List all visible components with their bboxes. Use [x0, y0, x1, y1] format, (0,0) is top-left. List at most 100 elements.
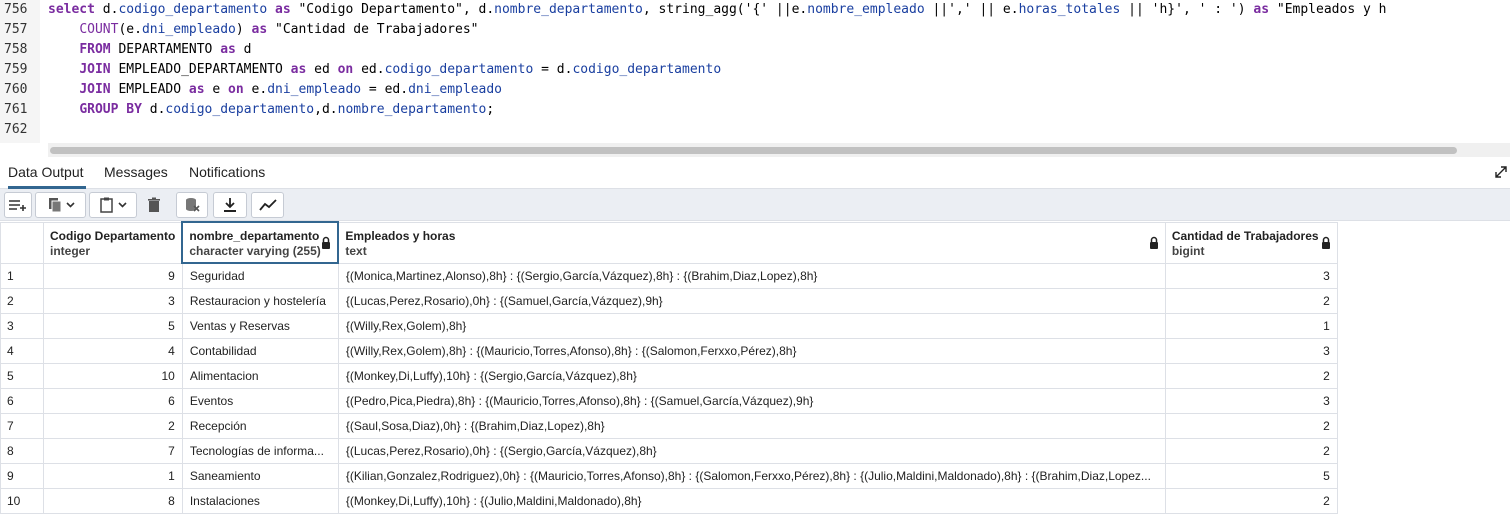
- cell-codigo[interactable]: 3: [43, 287, 183, 314]
- cell-codigo[interactable]: 10: [43, 362, 183, 389]
- cell-empleados[interactable]: {(Monica,Martinez,Alonso),8h} : {(Sergio…: [337, 262, 1166, 289]
- tab-messages[interactable]: Messages: [104, 157, 174, 189]
- cell-nombre[interactable]: Eventos: [181, 387, 339, 414]
- graph-visualiser-button[interactable]: [251, 192, 284, 218]
- code-line[interactable]: 761 GROUP BY d.codigo_departamento,d.nom…: [0, 100, 1510, 120]
- cell-cantidad[interactable]: 1: [1164, 312, 1338, 339]
- code-token: ): [235, 22, 252, 37]
- row-number-cell[interactable]: 6: [0, 387, 44, 414]
- column-name: Cantidad de Trabajadores: [1171, 228, 1319, 243]
- scrollbar-thumb[interactable]: [50, 147, 1457, 154]
- cell-codigo[interactable]: 1: [43, 462, 183, 489]
- cell-empleados[interactable]: {(Kilian,Gonzalez,Rodriguez),0h} : {(Mau…: [337, 462, 1166, 489]
- code-line[interactable]: 756 select d.codigo_departamento as "Codi…: [0, 0, 1510, 20]
- cell-nombre[interactable]: Instalaciones: [181, 487, 339, 514]
- cell-cantidad[interactable]: 3: [1164, 262, 1338, 289]
- table-row[interactable]: 10 8 Instalaciones {(Monkey,Di,Luffy),10h} …: [0, 487, 1338, 514]
- paste-button[interactable]: [89, 192, 137, 218]
- table-row[interactable]: 7 2 Recepción {(Saul,Sosa,Diaz),0h} : {(Bra…: [0, 412, 1338, 439]
- copy-button[interactable]: [35, 192, 86, 218]
- cell-codigo[interactable]: 2: [43, 412, 183, 439]
- code-token: "Cantidad de Trabajadores": [267, 22, 479, 37]
- cell-cantidad[interactable]: 2: [1164, 412, 1338, 439]
- cell-codigo[interactable]: 6: [43, 387, 183, 414]
- cell-empleados[interactable]: {(Willy,Rex,Golem),8h}: [337, 312, 1166, 339]
- delete-button[interactable]: [140, 192, 168, 218]
- cell-cantidad[interactable]: 2: [1164, 287, 1338, 314]
- cell-codigo[interactable]: 7: [43, 437, 183, 464]
- tab-data-output[interactable]: Data Output: [8, 157, 86, 189]
- cell-cantidad[interactable]: 3: [1164, 387, 1338, 414]
- column-header-cantidad[interactable]: Cantidad de Trabajadores bigint: [1164, 221, 1338, 264]
- code-line[interactable]: 762: [0, 120, 1510, 140]
- row-number-cell[interactable]: 10: [0, 487, 44, 514]
- code-line[interactable]: 758 FROM DEPARTAMENTO as d: [0, 40, 1510, 60]
- cell-cantidad[interactable]: 5: [1164, 462, 1338, 489]
- cell-nombre[interactable]: Ventas y Reservas: [181, 312, 339, 339]
- code-line[interactable]: 757 COUNT(e.dni_empleado) as "Cantidad d…: [0, 20, 1510, 40]
- cell-empleados[interactable]: {(Saul,Sosa,Diaz),0h} : {(Brahim,Diaz,Lo…: [337, 412, 1166, 439]
- table-row[interactable]: 2 3 Restauracion y hostelería {(Lucas,Perez…: [0, 287, 1338, 314]
- row-number-cell[interactable]: 5: [0, 362, 44, 389]
- header-row: Codigo Departamento integer nombre_depar…: [0, 221, 1338, 264]
- row-number-cell[interactable]: 4: [0, 337, 44, 364]
- sql-editor[interactable]: 756 select d.codigo_departamento as "Codi…: [0, 0, 1510, 157]
- table-row[interactable]: 9 1 Saneamiento {(Kilian,Gonzalez,Rodriguez…: [0, 462, 1338, 489]
- code-token: e: [204, 82, 229, 97]
- table-row[interactable]: 1 9 Seguridad {(Monica,Martinez,Alonso),8h}…: [0, 262, 1338, 289]
- cell-empleados[interactable]: {(Monkey,Di,Luffy),10h} : {(Julio,Maldin…: [337, 487, 1166, 514]
- expand-icon[interactable]: [1494, 165, 1508, 179]
- column-header-empleados[interactable]: Empleados y horas text: [337, 221, 1166, 264]
- cell-cantidad[interactable]: 2: [1164, 487, 1338, 514]
- row-number-cell[interactable]: 8: [0, 437, 44, 464]
- code-line[interactable]: 760 JOIN EMPLEADO as e on e.dni_empleado…: [0, 80, 1510, 100]
- row-number-cell[interactable]: 7: [0, 412, 44, 439]
- save-data-button[interactable]: [176, 192, 208, 218]
- row-number-cell[interactable]: 9: [0, 462, 44, 489]
- tab-notifications[interactable]: Notifications: [189, 157, 279, 189]
- column-header-codigo[interactable]: Codigo Departamento integer: [43, 221, 183, 264]
- cell-nombre[interactable]: Contabilidad: [181, 337, 339, 364]
- line-number: 760: [4, 82, 28, 97]
- cell-empleados[interactable]: {(Pedro,Pica,Piedra),8h} : {(Mauricio,To…: [337, 387, 1166, 414]
- cell-nombre[interactable]: Recepción: [181, 412, 339, 439]
- row-number-cell[interactable]: 1: [0, 262, 44, 289]
- cell-nombre[interactable]: Tecnologías de informa...: [181, 437, 339, 464]
- cell-codigo[interactable]: 8: [43, 487, 183, 514]
- table-row[interactable]: 5 10 Alimentacion {(Monkey,Di,Luffy),10h} :…: [0, 362, 1338, 389]
- cell-empleados[interactable]: {(Lucas,Perez,Rosario),0h} : {(Samuel,Ga…: [337, 287, 1166, 314]
- editor-horizontal-scrollbar[interactable]: [48, 143, 1510, 157]
- table-row[interactable]: 8 7 Tecnologías de informa... {(Lucas,Perez…: [0, 437, 1338, 464]
- tab-label: Messages: [104, 164, 168, 180]
- row-number-cell[interactable]: 2: [0, 287, 44, 314]
- cell-nombre[interactable]: Alimentacion: [181, 362, 339, 389]
- download-button[interactable]: [213, 192, 247, 218]
- code-line[interactable]: 759 JOIN EMPLEADO_DEPARTAMENTO as ed on …: [0, 60, 1510, 80]
- table-row[interactable]: 4 4 Contabilidad {(Willy,Rex,Golem),8h} : {…: [0, 337, 1338, 364]
- cell-cantidad[interactable]: 3: [1164, 337, 1338, 364]
- table-row[interactable]: 6 6 Eventos {(Pedro,Pica,Piedra),8h} : {(Ma…: [0, 387, 1338, 414]
- cell-codigo[interactable]: 5: [43, 312, 183, 339]
- code-token: as: [275, 2, 291, 17]
- cell-nombre[interactable]: Seguridad: [181, 262, 339, 289]
- cell-nombre[interactable]: Saneamiento: [181, 462, 339, 489]
- code-token: ,d.: [314, 102, 338, 117]
- code-token: d.: [141, 102, 166, 117]
- row-number-cell[interactable]: 3: [0, 312, 44, 339]
- cell-nombre[interactable]: Restauracion y hostelería: [181, 287, 339, 314]
- code-token: nombre_departamento: [494, 2, 643, 17]
- cell-empleados[interactable]: {(Willy,Rex,Golem),8h} : {(Mauricio,Torr…: [337, 337, 1166, 364]
- cell-codigo[interactable]: 9: [43, 262, 183, 289]
- cell-empleados[interactable]: {(Monkey,Di,Luffy),10h} : {(Sergio,Garcí…: [337, 362, 1166, 389]
- cell-cantidad[interactable]: 2: [1164, 362, 1338, 389]
- cell-cantidad[interactable]: 2: [1164, 437, 1338, 464]
- tab-label: Data Output: [8, 164, 84, 180]
- code-token: , string_agg('{' ||e.: [642, 2, 808, 17]
- column-header-nombre[interactable]: nombre_departamento character varying (2…: [181, 221, 340, 264]
- cell-empleados[interactable]: {(Lucas,Perez,Rosario),0h} : {(Sergio,Ga…: [337, 437, 1166, 464]
- code-text: FROM DEPARTAMENTO as d: [48, 40, 251, 60]
- add-row-button[interactable]: [4, 192, 32, 218]
- cell-codigo[interactable]: 4: [43, 337, 183, 364]
- table-row[interactable]: 3 5 Ventas y Reservas {(Willy,Rex,Golem),8h…: [0, 312, 1338, 339]
